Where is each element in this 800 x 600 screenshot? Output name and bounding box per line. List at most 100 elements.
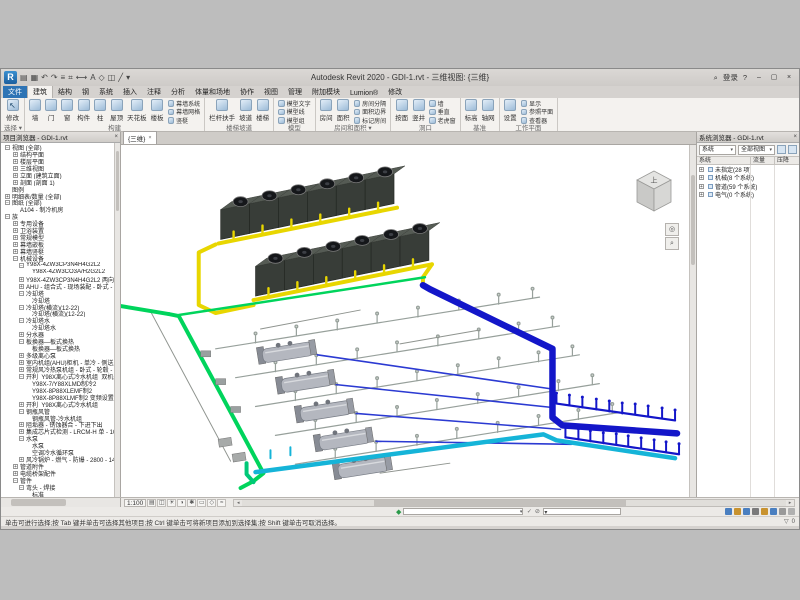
system-row[interactable]: +未指定(28 项): [697, 165, 799, 174]
sun-path-icon[interactable]: ☀: [167, 499, 176, 507]
steering-wheel-icon[interactable]: ◎: [665, 223, 679, 236]
select-underlay-icon[interactable]: [770, 508, 777, 515]
tree-item[interactable]: 空调冷水循环泵: [1, 449, 120, 456]
expand-icon[interactable]: +: [699, 167, 704, 172]
tree-item[interactable]: −族: [1, 213, 120, 220]
tree-item[interactable]: −冷却塔: [1, 290, 120, 297]
tree-item[interactable]: +立面 (建筑立面): [1, 172, 120, 179]
expand-icon[interactable]: +: [13, 249, 18, 254]
expand-icon[interactable]: +: [19, 353, 24, 358]
ribbon-button[interactable]: 垂直: [427, 108, 458, 117]
ribbon-button[interactable]: 墙: [27, 99, 43, 125]
tree-item[interactable]: +多级离心泵: [1, 352, 120, 359]
expand-icon[interactable]: −: [19, 305, 24, 310]
visual-style-icon[interactable]: ◫: [157, 499, 166, 507]
expand-icon[interactable]: +: [13, 152, 18, 157]
expand-icon[interactable]: +: [13, 173, 18, 178]
ribbon-button[interactable]: 幕墙网格: [166, 108, 203, 117]
ribbon-tab[interactable]: 结构: [53, 86, 77, 98]
ribbon-button[interactable]: 显示: [519, 99, 556, 108]
design-options-select[interactable]: ▾: [543, 508, 621, 515]
ribbon-button[interactable]: 查看器: [519, 116, 556, 125]
ribbon-tab[interactable]: 协作: [235, 86, 259, 98]
column-header-pressure[interactable]: 压降: [775, 157, 799, 164]
section-icon[interactable]: ◫: [108, 73, 116, 83]
rendering-icon[interactable]: ✱: [187, 499, 196, 507]
ribbon-button[interactable]: 面积: [335, 99, 352, 125]
project-browser-scrollbar[interactable]: [114, 143, 120, 497]
expand-icon[interactable]: −: [19, 374, 24, 379]
ribbon-button[interactable]: 房间: [318, 99, 335, 125]
view-tab-3d[interactable]: {三维} ×: [123, 131, 157, 144]
ribbon-button[interactable]: 标高: [463, 99, 480, 125]
view-tab-close-icon[interactable]: ×: [148, 135, 151, 141]
expand-icon[interactable]: −: [13, 256, 18, 261]
tree-item[interactable]: +室内机组(AHU)柜机 - 单冷 - 侧送风出口带格栅: [1, 359, 120, 366]
ribbon-tab[interactable]: 体量和场地: [190, 86, 235, 98]
ribbon-button[interactable]: ↖修改: [4, 99, 21, 125]
ribbon-button[interactable]: 构件: [75, 99, 92, 125]
ribbon-button[interactable]: 坡道: [237, 99, 254, 125]
tree-item[interactable]: 板换器—板式换热: [1, 345, 120, 352]
branch-pipe-grid[interactable]: [216, 287, 620, 464]
close-button[interactable]: ×: [782, 72, 796, 84]
ribbon-button[interactable]: 参照平面: [519, 108, 556, 117]
expand-icon[interactable]: −: [19, 485, 24, 490]
expand-icon[interactable]: −: [19, 409, 24, 414]
ribbon-button[interactable]: 幕墙系统: [166, 99, 203, 108]
ribbon-tab[interactable]: 插入: [118, 86, 142, 98]
gray-inactive-icon[interactable]: ⊘: [533, 508, 541, 515]
ribbon-button[interactable]: 楼梯: [254, 99, 271, 125]
shadows-icon[interactable]: ◑: [177, 499, 186, 507]
ribbon-tab[interactable]: 附加模块: [307, 86, 345, 98]
worksets-icon[interactable]: [734, 508, 741, 515]
expand-icon[interactable]: +: [13, 180, 18, 185]
tree-item[interactable]: +开利_Y98X离心式冷水机组: [1, 401, 120, 408]
tree-item[interactable]: +分水器: [1, 331, 120, 338]
system-view-select[interactable]: 系统▾: [699, 145, 736, 155]
expand-icon[interactable]: +: [13, 471, 18, 476]
ribbon-button[interactable]: 模型组: [276, 116, 313, 125]
ribbon-button[interactable]: 柱: [92, 99, 108, 125]
expand-icon[interactable]: +: [19, 422, 24, 427]
ribbon-button[interactable]: 老虎窗: [427, 116, 458, 125]
ribbon-button[interactable]: 设置: [502, 99, 519, 125]
tree-item[interactable]: 冷却塔水: [1, 324, 120, 331]
expand-icon[interactable]: +: [5, 194, 10, 199]
ribbon-button[interactable]: 门: [43, 99, 59, 125]
column-header-system[interactable]: 系统: [697, 157, 751, 164]
default-3d-view-icon[interactable]: ◇: [99, 73, 105, 83]
expand-icon[interactable]: −: [19, 263, 24, 268]
ribbon-button[interactable]: 楼板: [149, 99, 166, 125]
tree-item[interactable]: Y98X-7/Y88XLMD制冷2: [1, 380, 120, 387]
ribbon-tab[interactable]: 建筑: [27, 85, 53, 98]
system-browser-tool-icon[interactable]: [777, 145, 786, 154]
aligned-dimension-icon[interactable]: ⟷: [76, 73, 87, 83]
expand-icon[interactable]: −: [5, 145, 10, 150]
3d-model[interactable]: [121, 145, 689, 497]
select-pinned-icon[interactable]: [779, 508, 786, 515]
editable-only-checkbox[interactable]: ✓: [525, 508, 533, 515]
tree-item[interactable]: Y98X-4ZW3CO3A/H2G2L2: [1, 269, 120, 276]
ribbon-button[interactable]: 模型文字: [276, 99, 313, 108]
tree-item[interactable]: Y98X-8P88XLMF制2 变频设置: [1, 394, 120, 401]
tree-item[interactable]: +阻垢器 - 锈蚀器合 - 下进下出: [1, 422, 120, 429]
expand-icon[interactable]: +: [13, 242, 18, 247]
zoom-icon[interactable]: ⌕: [665, 237, 679, 250]
print-icon[interactable]: ≡: [61, 73, 66, 83]
ribbon-tab[interactable]: 分析: [166, 86, 190, 98]
expand-icon[interactable]: +: [19, 332, 24, 337]
link-icon[interactable]: [752, 508, 759, 515]
background-process-icon[interactable]: [761, 508, 768, 515]
model-view[interactable]: 上 ◎ ⌕: [121, 145, 689, 497]
ribbon-button[interactable]: 窗: [59, 99, 75, 125]
redo-icon[interactable]: ↷: [51, 73, 58, 83]
tree-item[interactable]: +AHU - 组合式 - 现场装配 - 卧式 - 轮毂 - 2000 - 330…: [1, 283, 120, 290]
expand-icon[interactable]: +: [19, 284, 24, 289]
ribbon-button[interactable]: 面积边界: [352, 108, 389, 117]
expand-icon[interactable]: +: [13, 159, 18, 164]
expand-icon[interactable]: −: [5, 214, 10, 219]
tree-item[interactable]: −弯头 - 焊接: [1, 484, 120, 491]
project-browser-hscrollbar[interactable]: [1, 498, 121, 507]
tree-item[interactable]: −机械设备: [1, 255, 120, 262]
